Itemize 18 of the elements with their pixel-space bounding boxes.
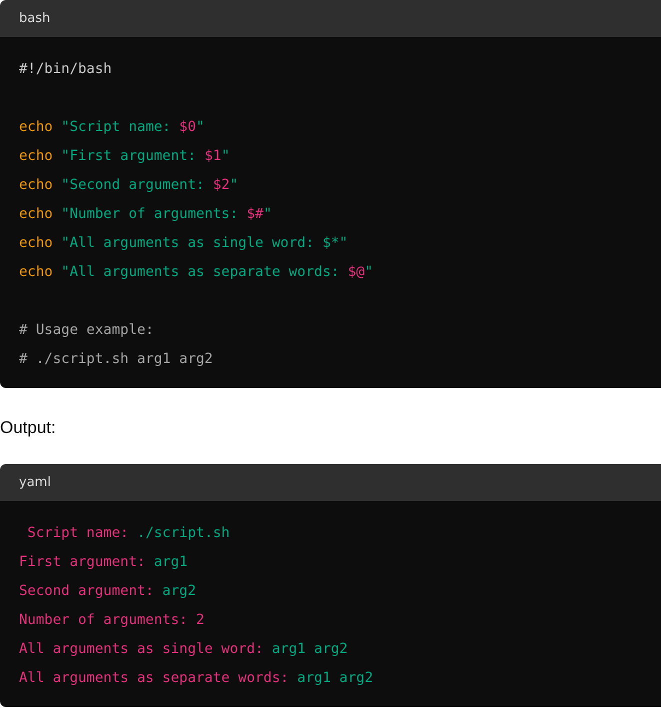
code-line: Script name: ./script.sh xyxy=(26,524,231,543)
code-line: #!/bin/bash xyxy=(19,60,113,79)
code-line: echo "First argument: $1" xyxy=(19,147,231,166)
language-label: yaml xyxy=(19,475,51,490)
code-line: echo "Number of arguments: $#" xyxy=(19,205,273,224)
language-label: bash xyxy=(19,11,50,26)
code-line: # ./script.sh arg1 arg2 xyxy=(19,350,214,369)
code-line: All arguments as single word: arg1 arg2 xyxy=(19,640,349,659)
code-line: # Usage example: xyxy=(19,321,155,340)
code-line: All arguments as separate words: arg1 arg2 xyxy=(19,669,374,688)
code-line: echo "Script name: $0" xyxy=(19,118,206,137)
output-heading: Output: xyxy=(0,417,57,439)
code-line: First argument: arg1 xyxy=(19,553,189,572)
code-line: echo "All arguments as separate words: $@" xyxy=(19,263,374,282)
code-line: echo "Second argument: $2" xyxy=(19,176,240,195)
code-line: Number of arguments: 2 xyxy=(19,611,206,630)
code-line: echo "All arguments as single word: $*" xyxy=(19,234,349,253)
code-line: Second argument: arg2 xyxy=(19,582,198,601)
